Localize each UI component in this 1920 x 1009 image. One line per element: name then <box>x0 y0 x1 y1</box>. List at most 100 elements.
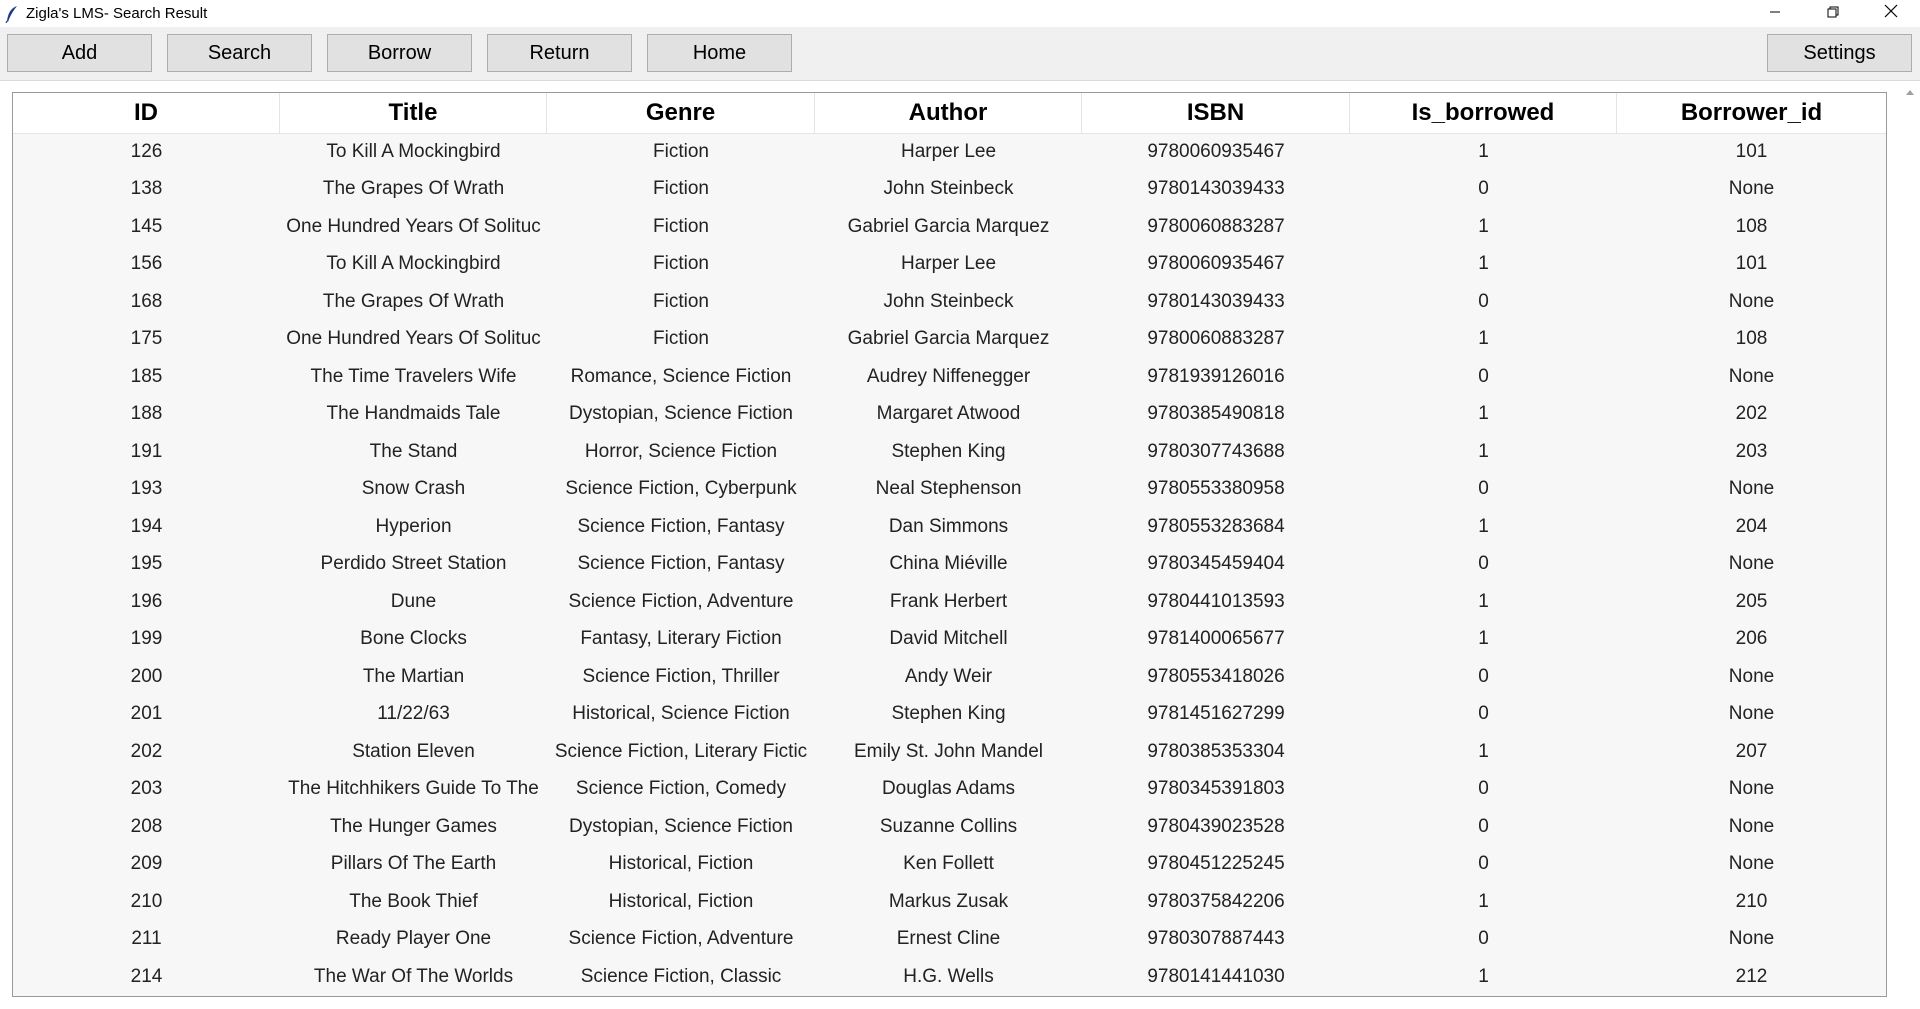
cell-is-borrowed: 0 <box>1478 703 1489 725</box>
table-row[interactable]: 195 Perdido Street Station Science Fiction… <box>13 546 1886 584</box>
cell-genre: Dystopian, Science Fiction <box>569 403 793 425</box>
table-row[interactable]: 175 One Hundred Years Of Solituc Fiction Ga… <box>13 321 1886 359</box>
cell-borrower-id: 108 <box>1735 328 1768 350</box>
table-row[interactable]: 145 One Hundred Years Of Solituc Fiction Ga… <box>13 208 1886 246</box>
minimize-button[interactable] <box>1746 0 1804 27</box>
cell-is-borrowed: 1 <box>1478 403 1489 425</box>
cell-borrower-id: 212 <box>1735 965 1768 987</box>
scrollbar-thumb[interactable] <box>1903 105 1917 985</box>
table-row[interactable]: 188 The Handmaids Tale Dystopian, Science … <box>13 396 1886 434</box>
cell-is-borrowed: 0 <box>1478 778 1489 800</box>
cell-title: The War Of The Worlds <box>313 965 514 987</box>
cell-isbn: 9780345391803 <box>1147 778 1285 800</box>
cell-genre: Science Fiction, Adventure <box>568 928 794 950</box>
cell-is-borrowed: 1 <box>1478 328 1489 350</box>
cell-genre: Fiction <box>653 290 709 312</box>
table-row[interactable]: 199 Bone Clocks Fantasy, Literary Fiction D… <box>13 621 1886 659</box>
borrow-button[interactable]: Borrow <box>327 34 472 72</box>
table-row[interactable]: 194 Hyperion Science Fiction, Fantasy Dan S… <box>13 508 1886 546</box>
cell-isbn: 9781939126016 <box>1147 365 1285 387</box>
cell-isbn: 9780439023528 <box>1147 815 1285 837</box>
table-row[interactable]: 156 To Kill A Mockingbird Fiction Harper Le… <box>13 246 1886 284</box>
table-row[interactable]: 203 The Hitchhikers Guide To The Science F… <box>13 771 1886 809</box>
cell-id: 202 <box>130 740 163 762</box>
search-button[interactable]: Search <box>167 34 312 72</box>
cell-is-borrowed: 0 <box>1478 290 1489 312</box>
return-button[interactable]: Return <box>487 34 632 72</box>
table-row[interactable]: 168 The Grapes Of Wrath Fiction John Steinb… <box>13 283 1886 321</box>
table-row[interactable]: 191 The Stand Horror, Science Fiction Steph… <box>13 433 1886 471</box>
cell-genre: Science Fiction, Fantasy <box>577 553 785 575</box>
cell-isbn: 9780553418026 <box>1147 665 1285 687</box>
table-row[interactable]: 208 The Hunger Games Dystopian, Science Fi… <box>13 808 1886 846</box>
cell-isbn: 9780307887443 <box>1147 928 1285 950</box>
cell-title: 11/22/63 <box>377 703 450 725</box>
column-header-author[interactable]: Author <box>815 93 1082 133</box>
cell-id: 208 <box>130 815 163 837</box>
cell-isbn: 9780345459404 <box>1147 553 1285 575</box>
cell-id: 203 <box>130 778 163 800</box>
cell-title: Station Eleven <box>352 740 475 762</box>
cell-author: David Mitchell <box>889 628 1008 650</box>
cell-is-borrowed: 1 <box>1478 440 1489 462</box>
table-row[interactable]: 200 The Martian Science Fiction, Thriller A… <box>13 658 1886 696</box>
cell-borrower-id: None <box>1728 778 1775 800</box>
close-button[interactable] <box>1862 0 1920 27</box>
cell-borrower-id: None <box>1728 178 1775 200</box>
cell-borrower-id: None <box>1728 553 1775 575</box>
cell-genre: Science Fiction, Literary Fictic <box>554 740 808 762</box>
settings-button[interactable]: Settings <box>1767 34 1912 72</box>
column-header-id[interactable]: ID <box>13 93 280 133</box>
table-row[interactable]: 209 Pillars Of The Earth Historical, Ficti… <box>13 846 1886 884</box>
add-button[interactable]: Add <box>7 34 152 72</box>
cell-borrower-id: None <box>1728 365 1775 387</box>
cell-author: H.G. Wells <box>903 965 994 987</box>
scroll-up-arrow-icon[interactable] <box>1901 85 1919 99</box>
home-button[interactable]: Home <box>647 34 792 72</box>
table-row[interactable]: 214 The War Of The Worlds Science Fiction,… <box>13 958 1886 996</box>
cell-is-borrowed: 1 <box>1478 590 1489 612</box>
minimize-icon <box>1769 5 1781 23</box>
vertical-scrollbar[interactable] <box>1900 81 1920 1009</box>
cell-borrower-id: None <box>1728 703 1775 725</box>
cell-title: Dune <box>390 590 437 612</box>
cell-author: Gabriel Garcia Marquez <box>847 328 1050 350</box>
table-row[interactable]: 126 To Kill A Mockingbird Fiction Harper Le… <box>13 133 1886 171</box>
table-row[interactable]: 201 11/22/63 Historical, Science Fiction St… <box>13 696 1886 734</box>
maximize-button[interactable] <box>1804 0 1862 27</box>
column-header-is-borrowed[interactable]: Is_borrowed <box>1350 93 1617 133</box>
table-row[interactable]: 211 Ready Player One Science Fiction, Adve… <box>13 921 1886 959</box>
table-row[interactable]: 185 The Time Travelers Wife Romance, Scien… <box>13 358 1886 396</box>
cell-isbn: 9780060883287 <box>1147 215 1285 237</box>
cell-is-borrowed: 0 <box>1478 928 1489 950</box>
cell-genre: Science Fiction, Adventure <box>568 590 794 612</box>
column-header-genre[interactable]: Genre <box>547 93 815 133</box>
cell-isbn: 9780441013593 <box>1147 590 1285 612</box>
cell-author: Margaret Atwood <box>876 403 1021 425</box>
cell-borrower-id: None <box>1728 290 1775 312</box>
cell-id: 185 <box>130 365 163 387</box>
column-header-title[interactable]: Title <box>280 93 547 133</box>
column-header-isbn[interactable]: ISBN <box>1082 93 1350 133</box>
cell-author: Suzanne Collins <box>879 815 1018 837</box>
cell-is-borrowed: 1 <box>1478 215 1489 237</box>
cell-id: 199 <box>130 628 163 650</box>
cell-title: One Hundred Years Of Solituc <box>286 215 541 237</box>
cell-title: The Hitchhikers Guide To The <box>288 778 539 800</box>
cell-is-borrowed: 1 <box>1478 740 1489 762</box>
cell-id: 214 <box>130 965 163 987</box>
table-row[interactable]: 196 Dune Science Fiction, Adventure Frank H… <box>13 583 1886 621</box>
table-row[interactable]: 210 The Book Thief Historical, Fiction Mark… <box>13 883 1886 921</box>
column-header-borrower-id[interactable]: Borrower_id <box>1617 93 1886 133</box>
cell-isbn: 9780060935467 <box>1147 140 1285 162</box>
cell-title: To Kill A Mockingbird <box>326 253 501 275</box>
cell-id: 193 <box>130 478 163 500</box>
cell-isbn: 9781400065677 <box>1147 628 1285 650</box>
cell-author: Frank Herbert <box>889 590 1008 612</box>
cell-author: Dan Simmons <box>888 515 1009 537</box>
table-row[interactable]: 138 The Grapes Of Wrath Fiction John Steinb… <box>13 171 1886 209</box>
table-row[interactable]: 202 Station Eleven Science Fiction, Litera… <box>13 733 1886 771</box>
table-row[interactable]: 193 Snow Crash Science Fiction, Cyberpunk N… <box>13 471 1886 509</box>
cell-author: Harper Lee <box>900 253 997 275</box>
cell-id: 138 <box>130 178 163 200</box>
